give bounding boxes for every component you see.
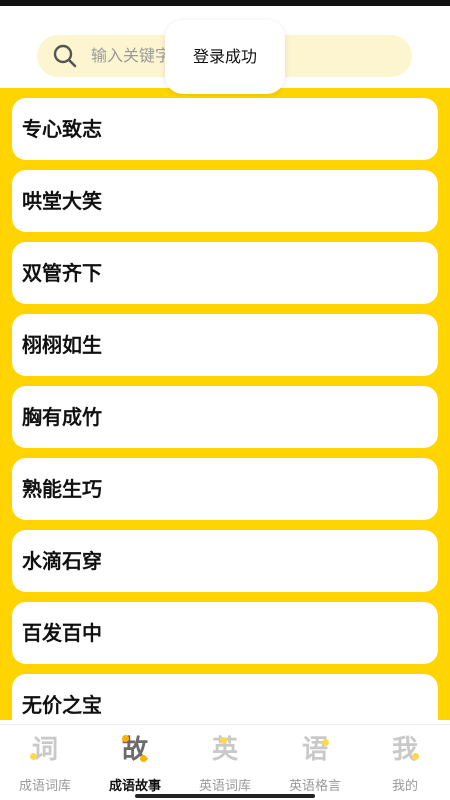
tab-label: 我的	[391, 779, 418, 794]
tab-profile[interactable]: 我 我的	[360, 725, 450, 800]
list-item-label: 无价之宝	[22, 693, 102, 717]
icon-accent-dot	[220, 737, 227, 744]
icon-accent-dot	[140, 755, 147, 762]
icon-accent-dot	[412, 753, 419, 760]
tab-idiom-dictionary[interactable]: 词 成语词库	[0, 725, 90, 800]
tab-label: 成语故事	[108, 779, 161, 794]
list-item[interactable]: 专心致志	[12, 98, 438, 160]
list-item[interactable]: 胸有成竹	[12, 386, 438, 448]
screen: 输入关键字 登录成功 专心致志 哄堂大笑 双管齐下 栩栩如生 胸有成竹 熟能生巧…	[0, 0, 450, 800]
home-indicator	[135, 794, 315, 798]
english-dictionary-icon: 英	[208, 733, 242, 767]
tab-icon-glyph: 词	[31, 735, 58, 765]
idiom-story-list: 专心致志 哄堂大笑 双管齐下 栩栩如生 胸有成竹 熟能生巧 水滴石穿 百发百中 …	[0, 88, 450, 720]
list-item[interactable]: 百发百中	[12, 602, 438, 664]
search-input[interactable]: 输入关键字	[91, 35, 171, 77]
tab-english-quotes[interactable]: 语 英语格言	[270, 725, 360, 800]
list-item[interactable]: 栩栩如生	[12, 314, 438, 376]
bottom-tab-bar: 词 成语词库 故 成语故事 英 英语词库 语 英语格言 我 我的	[0, 724, 450, 800]
tab-label: 英语格言	[288, 779, 341, 794]
search-icon	[52, 43, 78, 69]
list-item[interactable]: 水滴石穿	[12, 530, 438, 592]
icon-accent-dot	[122, 735, 129, 742]
tab-label: 成语词库	[18, 779, 71, 794]
list-item[interactable]: 熟能生巧	[12, 458, 438, 520]
list-item[interactable]: 双管齐下	[12, 242, 438, 304]
idiom-dictionary-icon: 词	[28, 733, 62, 767]
icon-accent-dot	[30, 753, 37, 760]
list-item-label: 水滴石穿	[22, 549, 102, 573]
tab-icon-glyph: 我	[391, 735, 418, 765]
list-item[interactable]: 哄堂大笑	[12, 170, 438, 232]
english-quotes-icon: 语	[298, 733, 332, 767]
list-item-label: 栩栩如生	[22, 333, 102, 357]
tab-label: 英语词库	[198, 779, 251, 794]
list-item-label: 专心致志	[22, 117, 102, 141]
list-item[interactable]: 无价之宝	[12, 674, 438, 720]
list-item-label: 百发百中	[22, 621, 102, 645]
list-item-label: 哄堂大笑	[22, 189, 102, 213]
idiom-story-icon: 故	[118, 733, 152, 767]
tab-english-dictionary[interactable]: 英 英语词库	[180, 725, 270, 800]
list-item-label: 胸有成竹	[22, 405, 102, 429]
list-item-label: 双管齐下	[22, 261, 102, 285]
icon-accent-dot	[322, 739, 329, 746]
login-success-toast: 登录成功	[165, 20, 285, 94]
profile-icon: 我	[388, 733, 422, 767]
tab-idiom-story[interactable]: 故 成语故事	[90, 725, 180, 800]
list-item-label: 熟能生巧	[22, 477, 102, 501]
